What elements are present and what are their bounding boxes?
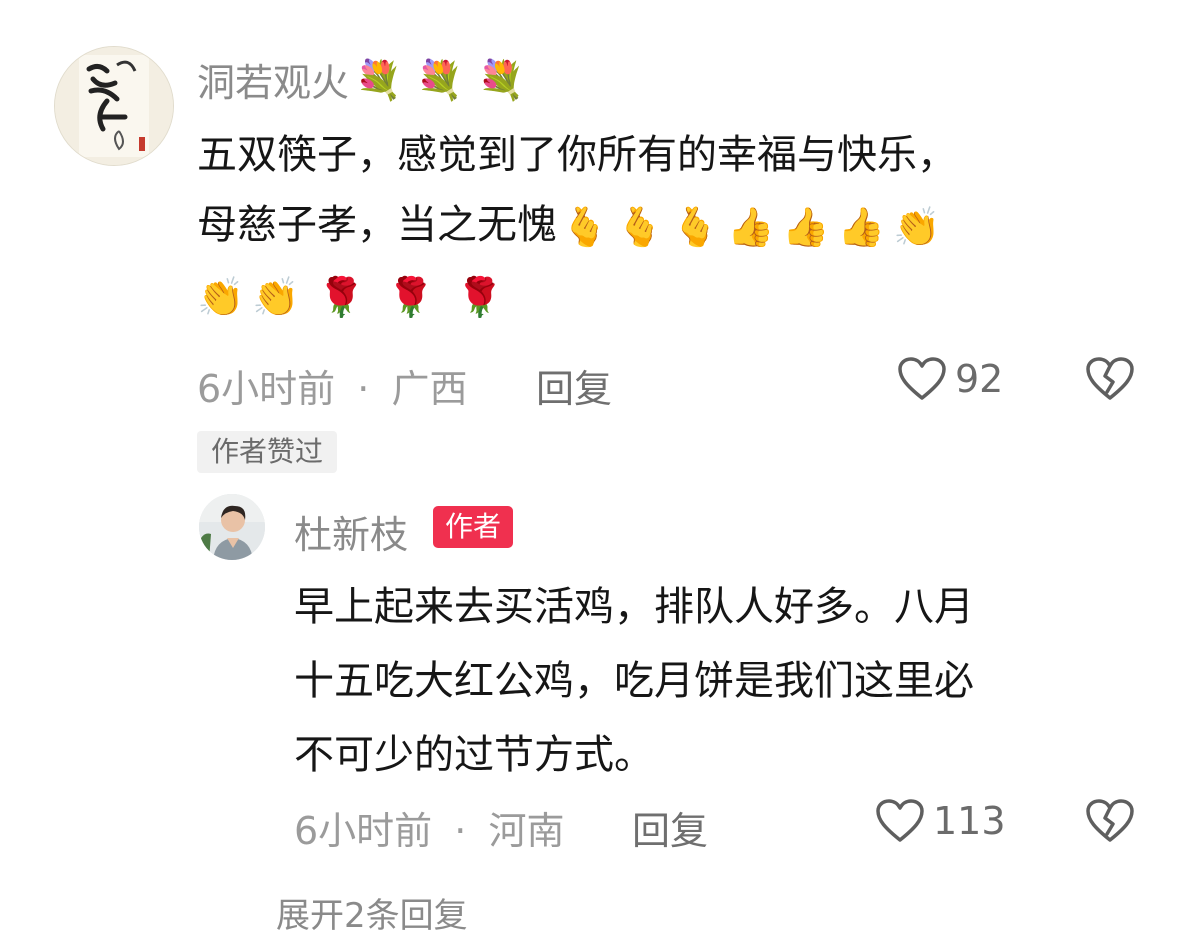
comment-text-line: 五双筷子，感觉到了你所有的幸福与快乐， [197, 132, 957, 178]
reply-username[interactable]: 杜新枝 [294, 504, 408, 559]
bouquet-emoji: 💐 [355, 57, 403, 102]
rose-emoji: 🌹 [456, 275, 504, 319]
thumbs-up-emoji: 👍 [782, 205, 830, 249]
reply-like-button[interactable]: 113 [875, 798, 1006, 844]
expand-replies-link[interactable]: 展开2条回复 [276, 888, 468, 937]
comment-like-button[interactable]: 92 [897, 356, 1003, 402]
heart-outline-icon [898, 357, 946, 400]
bouquet-emoji: 💐 [416, 57, 464, 102]
comment-like-count: 92 [955, 357, 1004, 401]
finger-heart-emoji: 🫰 [561, 205, 609, 249]
reply-like-count: 113 [933, 799, 1006, 843]
clapping-emoji: 👏 [252, 275, 300, 319]
reply-location: 河南 [488, 809, 565, 853]
clapping-emoji: 👏 [197, 275, 245, 319]
reply-text-line: 早上起来去买活鸡，排队人好多。八月 [294, 584, 974, 630]
thumbs-up-emoji: 👍 [726, 205, 775, 249]
comment-meta: 6小时前 · 广西 [197, 358, 467, 413]
rose-emoji: 🌹 [317, 275, 365, 319]
comment-dislike-button[interactable] [1085, 356, 1135, 406]
reply-text-line: 不可少的过节方式。 [294, 732, 654, 778]
comment-location: 广西 [391, 367, 468, 411]
comment-time: 6小时前 [197, 367, 336, 411]
comment-text-line: 👏 👏 🌹 🌹 🌹 [197, 260, 1157, 330]
comment-header: 洞若观火 💐 💐 💐 [197, 52, 525, 107]
reply-dislike-button[interactable] [1085, 798, 1135, 848]
comment-text: 五双筷子，感觉到了你所有的幸福与快乐， 母慈子孝，当之无愧 🫰 🫰 🫰 👍 👍 👍 👏 👏 👏 🌹… [197, 120, 1157, 330]
portrait-avatar-image [199, 494, 265, 560]
broken-heart-icon [1086, 799, 1134, 842]
comment-reply-button[interactable]: 回复 [536, 358, 612, 413]
comment-text-segment: 母慈子孝，当之无愧 [197, 202, 557, 248]
broken-heart-icon [1086, 357, 1134, 400]
reply-text: 早上起来去买活鸡，排队人好多。八月 十五吃大红公鸡，吃月饼是我们这里必 不可少的… [294, 570, 1154, 792]
reply-text-line: 十五吃大红公鸡，吃月饼是我们这里必 [294, 658, 974, 704]
heart-outline-icon [876, 799, 924, 842]
calligraphy-avatar-image [55, 47, 173, 165]
bouquet-emoji: 💐 [477, 57, 525, 102]
commenter-avatar[interactable] [54, 46, 174, 166]
author-badge: 作者 [433, 506, 514, 548]
reply-meta: 6小时前 · 河南 [294, 800, 564, 855]
reply-reply-button[interactable]: 回复 [632, 800, 708, 855]
comment-text-line: 母慈子孝，当之无愧 🫰 🫰 🫰 👍 👍 👍 👏 [197, 190, 1157, 260]
finger-heart-emoji: 🫰 [671, 205, 719, 249]
reply-avatar[interactable] [199, 494, 265, 560]
meta-separator: · [357, 367, 370, 411]
thumbs-up-emoji: 👍 [837, 205, 885, 249]
clapping-emoji: 👏 [892, 205, 941, 249]
reply-time: 6小时前 [294, 809, 433, 853]
meta-separator: · [454, 809, 467, 853]
author-liked-tag: 作者赞过 [197, 431, 338, 473]
commenter-username[interactable]: 洞若观火 [197, 52, 349, 107]
rose-emoji: 🌹 [386, 275, 435, 319]
finger-heart-emoji: 🫰 [616, 205, 664, 249]
